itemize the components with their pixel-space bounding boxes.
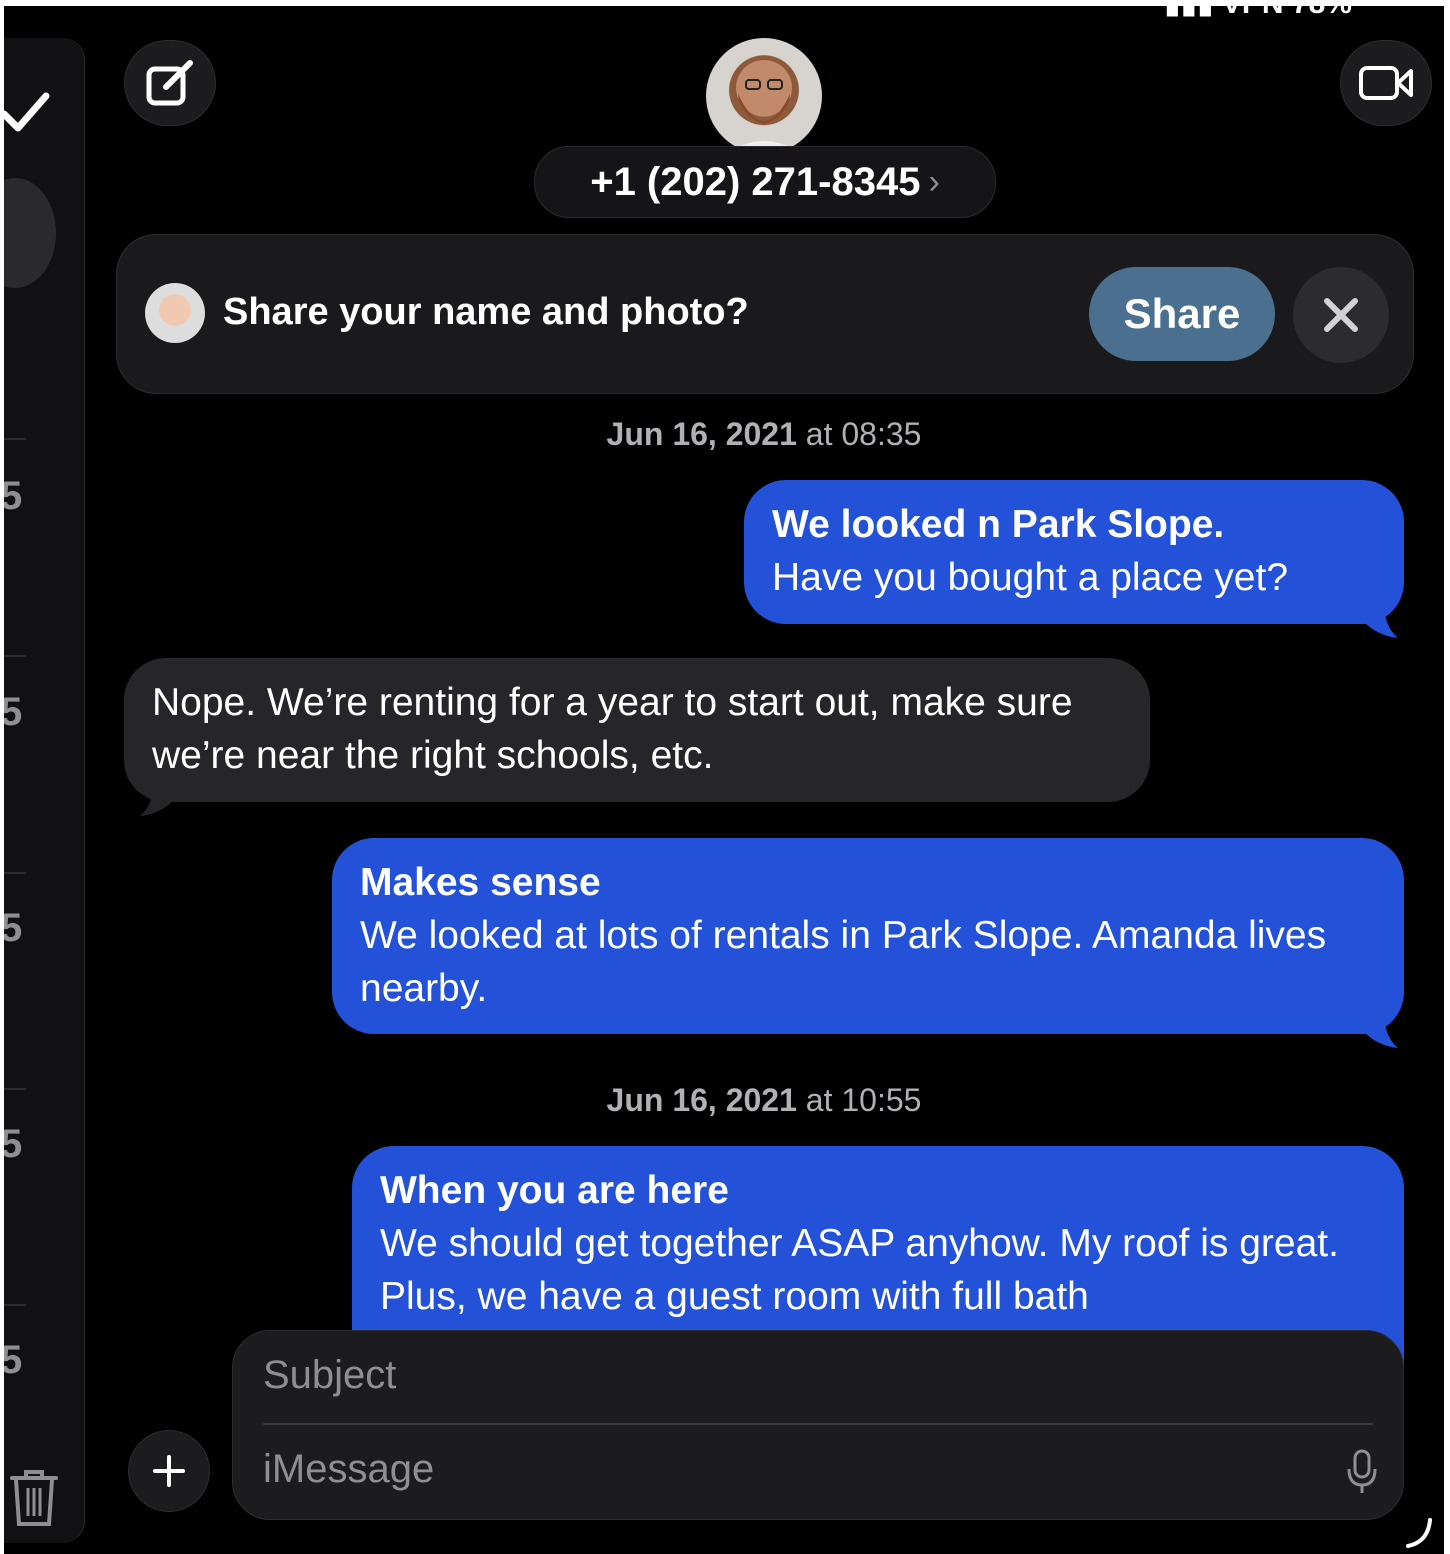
- checkmark-icon[interactable]: [4, 88, 50, 138]
- sidebar-item-time[interactable]: 5: [4, 1122, 22, 1167]
- facetime-button[interactable]: [1340, 40, 1432, 126]
- timestamp-date: Jun 16, 2021: [606, 416, 797, 452]
- incoming-message-bubble[interactable]: Nope. We’re renting for a year to start …: [124, 658, 1150, 802]
- signal-icon: ▮▮▮: [1164, 6, 1214, 20]
- message-subject: Makes sense: [360, 861, 601, 904]
- status-bar: ▮▮▮ VPN 78%: [1164, 6, 1352, 21]
- contact-details-button[interactable]: +1 (202) 271-8345 ›: [534, 146, 996, 218]
- plus-icon: [153, 1455, 185, 1487]
- timestamp-date: Jun 16, 2021: [606, 1082, 797, 1118]
- outgoing-message-bubble[interactable]: Makes sense We looked at lots of rentals…: [332, 838, 1404, 1034]
- message-timestamp: Jun 16, 2021 at 08:35: [4, 416, 1444, 453]
- sidebar-item-time[interactable]: 5: [4, 906, 22, 951]
- message-text: We looked at lots of rentals in Park Slo…: [360, 914, 1327, 1010]
- message-composer: Subject iMessage: [232, 1330, 1404, 1520]
- add-attachment-button[interactable]: [128, 1430, 210, 1512]
- timestamp-time: at 08:35: [805, 416, 922, 452]
- sidebar-item-time[interactable]: 5: [4, 474, 22, 519]
- contact-photo-icon: [726, 60, 802, 154]
- message-subject: When you are here: [380, 1169, 729, 1212]
- subject-field[interactable]: Subject: [263, 1353, 396, 1398]
- message-text: Nope. We’re renting for a year to start …: [152, 681, 1073, 777]
- bubble-tail: [140, 786, 174, 816]
- share-prompt-text: Share your name and photo?: [223, 291, 749, 333]
- outgoing-message-bubble[interactable]: We looked n Park Slope. Have you bought …: [744, 480, 1404, 624]
- trash-icon[interactable]: [8, 1468, 60, 1528]
- messages-screen: 5 5 5 5 5 ▮▮▮ VPN 78%: [4, 6, 1444, 1554]
- message-subject: We looked n Park Slope.: [772, 503, 1225, 546]
- compose-icon: [146, 60, 193, 106]
- bubble-tail: [1364, 608, 1398, 638]
- bubble-tail: [1364, 1018, 1398, 1048]
- resize-handle-icon[interactable]: [1404, 1516, 1434, 1550]
- timestamp-time: at 10:55: [805, 1082, 922, 1118]
- conversation-list-sidebar: 5 5 5 5 5: [4, 38, 85, 1543]
- imessage-input[interactable]: iMessage: [263, 1447, 434, 1492]
- status-fragment: VPN 78%: [1222, 6, 1352, 20]
- message-text: Have you bought a place yet?: [772, 556, 1289, 599]
- sidebar-row-divider: [4, 1304, 26, 1306]
- phone-number: +1 (202) 271-8345: [590, 159, 921, 204]
- chevron-right-icon: ›: [928, 162, 940, 201]
- my-avatar: [145, 283, 205, 343]
- share-name-photo-banner: Share your name and photo? Share: [116, 234, 1414, 394]
- sidebar-item-time[interactable]: 5: [4, 690, 22, 735]
- video-camera-icon: [1359, 66, 1413, 100]
- message-text: We should get together ASAP anyhow. My r…: [380, 1222, 1339, 1318]
- share-button[interactable]: Share: [1089, 267, 1275, 361]
- sidebar-row-divider: [4, 655, 26, 657]
- close-icon: [1324, 298, 1358, 332]
- dismiss-button[interactable]: [1293, 267, 1389, 363]
- composer-divider: [263, 1423, 1373, 1425]
- sidebar-row-divider: [4, 872, 26, 874]
- message-timestamp: Jun 16, 2021 at 10:55: [4, 1082, 1444, 1119]
- microphone-icon[interactable]: [1345, 1449, 1379, 1495]
- contact-avatar[interactable]: [706, 38, 822, 154]
- sidebar-selected-item[interactable]: [4, 178, 56, 288]
- sidebar-item-time[interactable]: 5: [4, 1338, 22, 1383]
- compose-button[interactable]: [124, 40, 216, 126]
